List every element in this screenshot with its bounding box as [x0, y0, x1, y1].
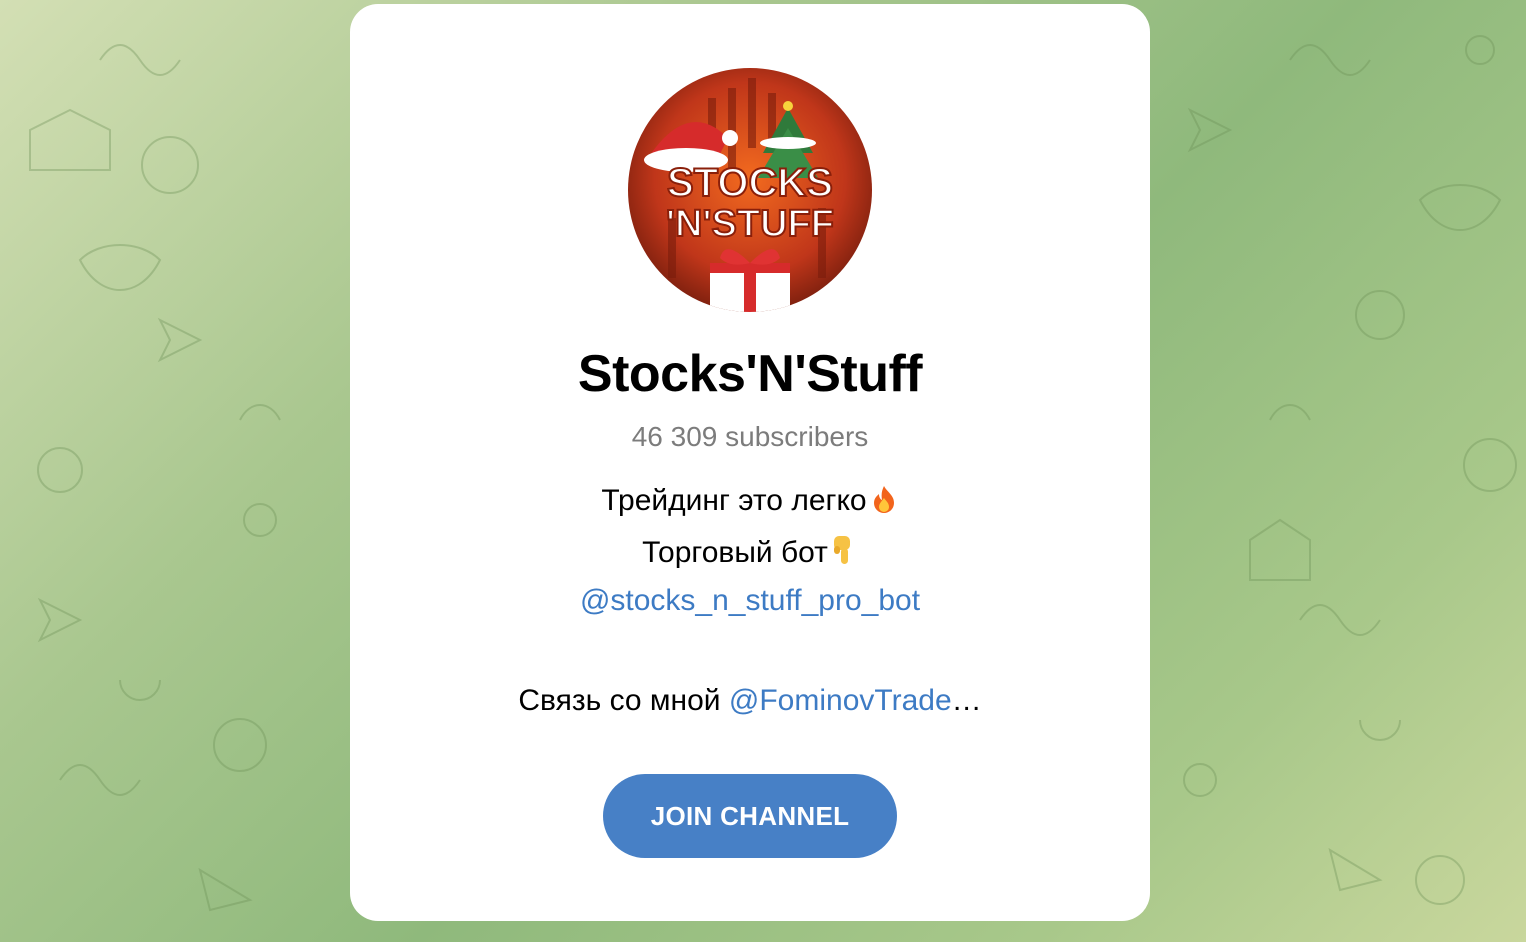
channel-title: Stocks'N'Stuff — [577, 345, 923, 403]
contact-ellipsis: … — [951, 684, 982, 717]
avatar-logo-text-nstuff: 'N'STUFF — [666, 203, 834, 245]
description-line-bot-link: @stocks_n_stuff_pro_bot — [350, 584, 1150, 618]
join-channel-button[interactable]: JOIN CHANNEL — [603, 774, 897, 858]
description-line-contact: Связь со мной @FominovTrade… — [350, 684, 1150, 718]
channel-card: STOCKS 'N'STUFF Stocks'N'Stuff 46 309 su… — [350, 4, 1150, 921]
bot-username-link[interactable]: @stocks_n_stuff_pro_bot — [580, 584, 920, 617]
description-text-trading: Трейдинг это легко — [601, 484, 867, 517]
description-line-trading: Трейдинг это легко — [350, 484, 1150, 522]
pointing-down-icon — [830, 534, 858, 574]
channel-avatar: STOCKS 'N'STUFF — [628, 68, 872, 312]
description-line-bot: Торговый бот — [350, 534, 1150, 574]
description-text-bot: Торговый бот — [642, 536, 828, 569]
avatar-logo-text-stocks: STOCKS — [667, 161, 833, 205]
contact-prefix-text: Связь со мной — [518, 684, 729, 717]
contact-username-link[interactable]: @FominovTrade — [729, 684, 952, 717]
fire-icon — [869, 484, 899, 522]
subscriber-count: 46 309 subscribers — [631, 421, 869, 452]
